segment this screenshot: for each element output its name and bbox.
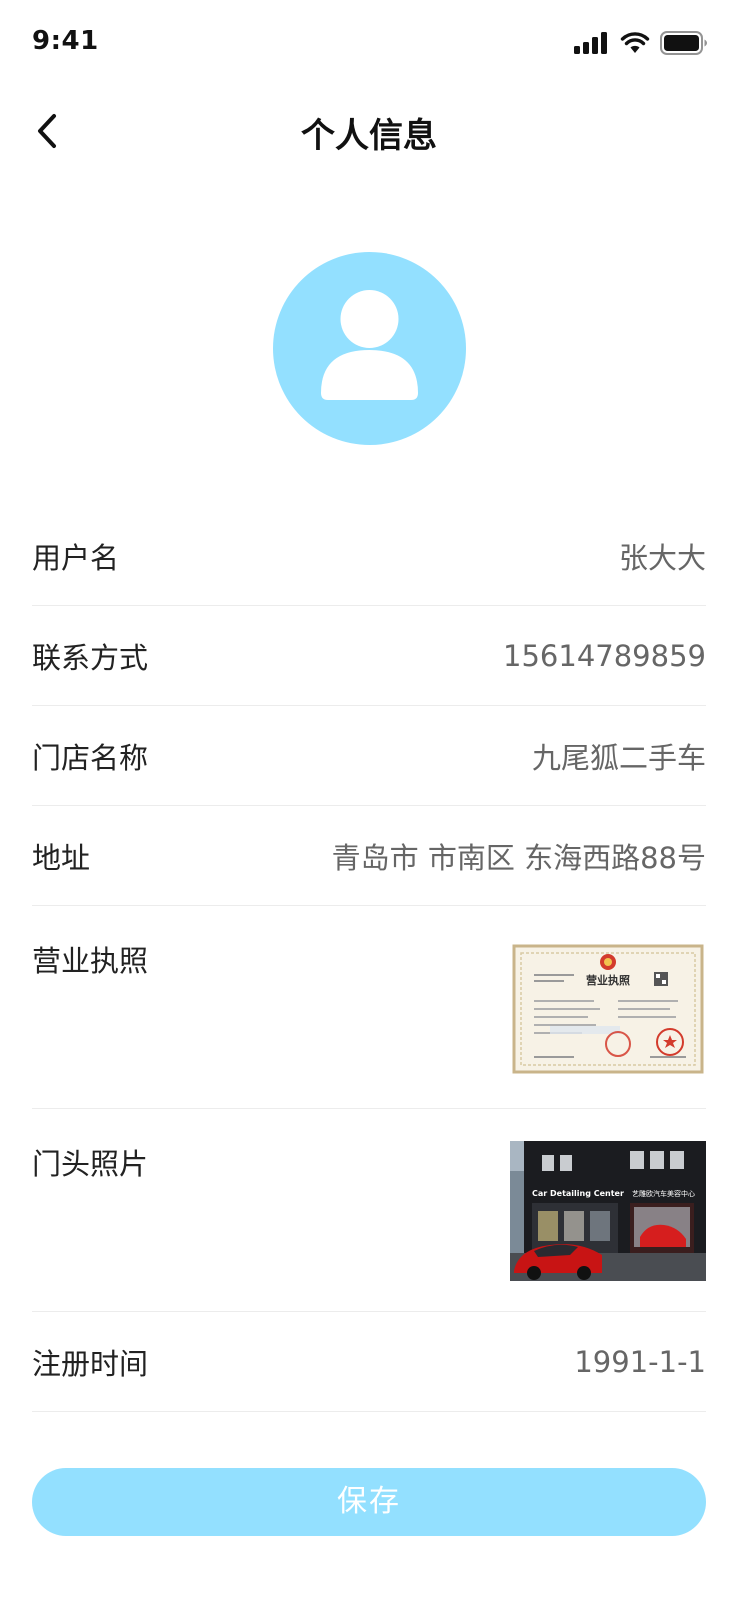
storefront-sign-right: 艺雕欧汽车美容中心 bbox=[632, 1189, 695, 1198]
avatar[interactable] bbox=[273, 252, 466, 445]
status-time: 9:41 bbox=[32, 26, 99, 56]
storefront-photo-picture: Car Detailing Center 艺雕欧汽车美容中心 bbox=[510, 1141, 706, 1281]
status-bar: 9:41 bbox=[0, 0, 738, 88]
register-time-row: 注册时间 1991-1-1 bbox=[32, 1312, 706, 1412]
contact-value: 15614789859 bbox=[503, 638, 706, 673]
page-title: 个人信息 bbox=[301, 116, 437, 156]
address-label: 地址 bbox=[32, 840, 91, 875]
business-license-row: 营业执照 营业执照 bbox=[32, 906, 706, 1109]
store-name-value: 九尾狐二手车 bbox=[531, 740, 706, 775]
contact-label: 联系方式 bbox=[32, 640, 149, 675]
store-name-label: 门店名称 bbox=[32, 740, 149, 775]
status-icons bbox=[574, 28, 708, 58]
register-time-label: 注册时间 bbox=[32, 1346, 149, 1381]
storefront-photo-row: 门头照片 Car Detailing Center 艺雕欧汽车美容中心 bbox=[32, 1109, 706, 1312]
signal-icon bbox=[574, 32, 607, 54]
register-time-value: 1991-1-1 bbox=[574, 1344, 706, 1379]
battery-icon bbox=[660, 31, 707, 55]
storefront-photo-label: 门头照片 bbox=[32, 1147, 149, 1181]
address-row: 地址 青岛市 市南区 东海西路88号 bbox=[32, 806, 706, 906]
business-license-picture: 营业执照 bbox=[510, 938, 706, 1078]
contact-row: 联系方式 15614789859 bbox=[32, 606, 706, 706]
username-value: 张大大 bbox=[618, 540, 706, 575]
business-license-label: 营业执照 bbox=[32, 944, 149, 978]
info-list: 用户名 张大大 联系方式 15614789859 门店名称 九尾狐二手车 地址 … bbox=[32, 506, 706, 1412]
save-button[interactable]: 保存 bbox=[32, 1468, 706, 1536]
username-label: 用户名 bbox=[32, 540, 120, 575]
address-value: 青岛市 市南区 东海西路88号 bbox=[331, 840, 706, 875]
nav-bar: 个人信息 bbox=[0, 88, 738, 176]
user-icon bbox=[321, 290, 418, 400]
username-row: 用户名 张大大 bbox=[32, 506, 706, 606]
wifi-icon bbox=[620, 32, 650, 53]
store-name-row: 门店名称 九尾狐二手车 bbox=[32, 706, 706, 806]
storefront-sign-left: Car Detailing Center bbox=[532, 1189, 624, 1198]
license-title: 营业执照 bbox=[586, 973, 630, 987]
storefront-photo-image[interactable]: Car Detailing Center 艺雕欧汽车美容中心 bbox=[510, 1141, 706, 1281]
business-license-image[interactable]: 营业执照 bbox=[510, 938, 706, 1078]
